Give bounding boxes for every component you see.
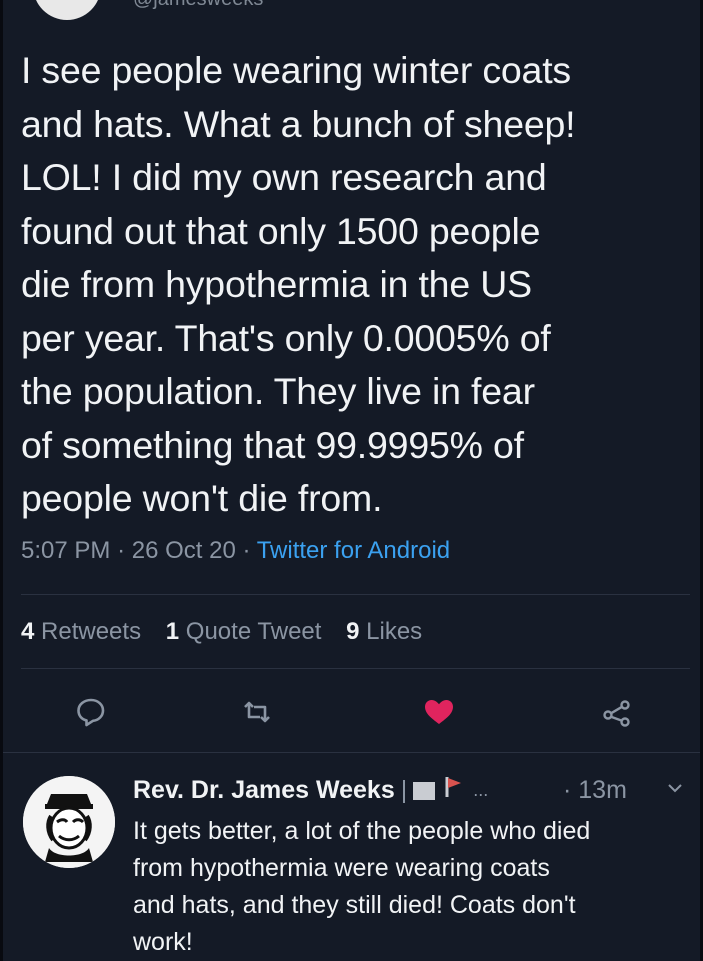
avatar[interactable] <box>33 0 101 20</box>
quotes-count: 1 <box>165 618 180 645</box>
flag-icon <box>413 781 436 800</box>
meta-dot: · <box>117 537 132 564</box>
likes-label: Likes <box>366 618 423 645</box>
tweet-stats: 4 Retweets 1 Quote Tweet 9 Likes <box>21 618 440 646</box>
share-icon <box>603 700 630 727</box>
divider <box>21 594 690 595</box>
retweets-count: 4 <box>21 618 35 645</box>
heart-icon <box>425 700 453 724</box>
tweet-date: 26 Oct 20 <box>131 537 236 564</box>
tweet-meta: 5:07 PM · 26 Oct 20 · Twitter for Androi… <box>21 537 450 565</box>
chevron-down-icon[interactable] <box>667 780 683 796</box>
likes-count: 9 <box>346 618 360 645</box>
quotes-label: Quote Tweet <box>185 618 322 645</box>
name-separator: | <box>400 776 408 804</box>
reply-author-name[interactable]: Rev. Dr. James Weeks <box>133 776 395 805</box>
like-button[interactable] <box>421 694 457 730</box>
likes-stat[interactable]: 9 Likes <box>346 618 422 645</box>
tweet-time: 5:07 PM <box>21 537 111 564</box>
share-button[interactable] <box>599 694 635 730</box>
tweet-text: I see people wearing winter coats and ha… <box>21 49 576 519</box>
retweet-button[interactable] <box>239 694 275 730</box>
tweet-header: @jamesweeks <box>3 0 700 30</box>
tweet-source-link[interactable]: Twitter for Android <box>257 537 450 564</box>
avatar-portrait-icon <box>23 776 115 868</box>
tweet-actions <box>3 690 700 734</box>
user-handle[interactable]: @jamesweeks <box>133 0 263 11</box>
quote-tweets-stat[interactable]: 1 Quote Tweet <box>166 618 322 645</box>
divider <box>3 752 700 753</box>
reply-button[interactable] <box>73 694 109 730</box>
meta-dot: · <box>242 537 257 564</box>
reply-icon <box>77 698 105 727</box>
reply-header: Rev. Dr. James Weeks | ... <box>133 776 518 805</box>
reply-avatar[interactable] <box>23 776 115 868</box>
reply-timestamp[interactable]: · 13m <box>563 776 627 805</box>
divider <box>21 668 690 669</box>
reply-text: It gets better, a lot of the people who … <box>133 817 591 956</box>
name-truncation: ... <box>473 780 489 800</box>
tweet-screen: @jamesweeks I see people wearing winter … <box>0 0 703 961</box>
retweets-label: Retweets <box>41 618 142 645</box>
reply-tweet[interactable]: Rev. Dr. James Weeks | ... · 13m It gets… <box>3 756 700 961</box>
retweets-stat[interactable]: 4 Retweets <box>21 618 141 645</box>
flag-icon <box>445 776 463 805</box>
retweet-icon <box>244 701 270 723</box>
